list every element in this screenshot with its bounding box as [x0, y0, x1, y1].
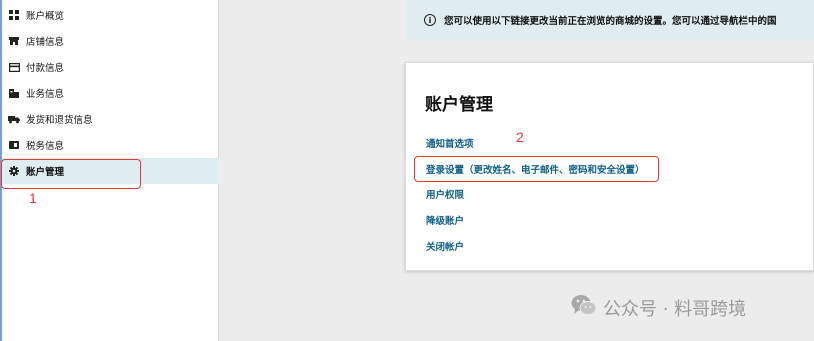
sidebar-item-account-overview[interactable]: 账户概览: [2, 2, 219, 28]
downgrade-account-link[interactable]: 降级账户: [426, 213, 464, 227]
seller-central-account-settings: 账户概览 店铺信息 付款信息 业务信息 发货和退货信息 税务信息 账户管理 1 …: [0, 0, 814, 341]
sidebar-item-payment-info[interactable]: 付款信息: [2, 54, 219, 80]
wechat-icon: [571, 294, 597, 321]
credit-card-icon: [8, 61, 20, 73]
info-banner-text: 您可以使用以下链接更改当前正在浏览的商城的设置。您可以通过导航栏中的国: [444, 16, 777, 27]
close-account-link[interactable]: 关闭帐户: [426, 239, 464, 253]
sidebar-item-tax-info[interactable]: 税务信息: [2, 132, 219, 158]
annotation-highlight-2: [414, 156, 659, 182]
user-permissions-link[interactable]: 用户权限: [426, 187, 464, 201]
building-icon: [8, 87, 20, 99]
sidebar-item-business-info[interactable]: 业务信息: [2, 80, 219, 106]
sidebar-item-shipping-returns[interactable]: 发货和退货信息: [2, 106, 219, 132]
sidebar-item-store-info[interactable]: 店铺信息: [2, 28, 219, 54]
info-icon: i: [424, 14, 436, 26]
page-title: 账户管理: [425, 95, 493, 115]
annotation-label-2: 2: [516, 129, 524, 145]
sidebar-item-label: 发货和退货信息: [26, 115, 93, 126]
notification-preferences-link[interactable]: 通知首选项: [426, 136, 474, 150]
annotation-highlight-1: [1, 159, 141, 189]
truck-icon: [8, 113, 20, 125]
info-banner: i 您可以使用以下链接更改当前正在浏览的商城的设置。您可以通过导航栏中的国: [406, 0, 814, 40]
dashboard-icon: [8, 9, 20, 21]
store-icon: [8, 35, 20, 47]
sidebar-item-label: 税务信息: [26, 141, 65, 152]
watermark-text: 公众号 · 料哥跨境: [603, 298, 747, 320]
sidebar-item-label: 账户概览: [26, 11, 65, 22]
annotation-label-1: 1: [29, 190, 37, 206]
watermark: 公众号 · 料哥跨境: [571, 294, 746, 321]
sidebar-item-label: 店铺信息: [26, 37, 65, 48]
tax-icon: [8, 139, 20, 151]
sidebar-item-label: 付款信息: [26, 63, 65, 74]
sidebar-item-label: 业务信息: [26, 89, 65, 100]
